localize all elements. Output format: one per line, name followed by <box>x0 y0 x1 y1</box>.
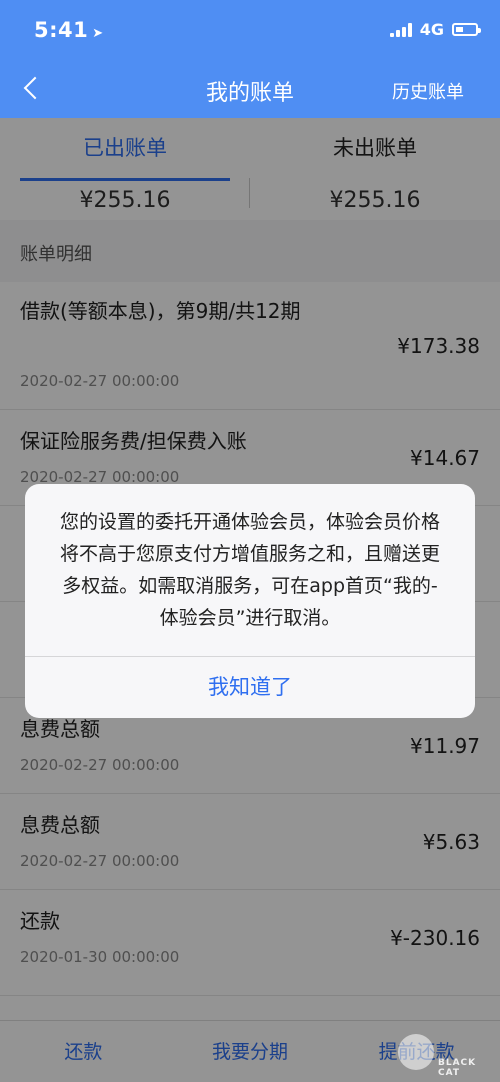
dialog-confirm-button[interactable]: 我知道了 <box>25 656 475 718</box>
nav-bar: 我的账单 历史账单 <box>0 60 500 118</box>
network-type: 4G <box>419 20 444 39</box>
black-cat-logo-icon <box>398 1034 434 1070</box>
history-bills-link[interactable]: 历史账单 <box>392 78 464 104</box>
signal-icon <box>389 22 412 37</box>
watermark: BLACK CAT <box>390 1030 500 1082</box>
dialog-message: 您的设置的委托开通体验会员，体验会员价格将不高于您原支付方增值服务之和，且赠送更… <box>59 511 440 629</box>
battery-icon <box>452 23 481 36</box>
watermark-text: BLACK CAT <box>438 1058 477 1078</box>
status-time-text: 5:41 <box>34 18 89 42</box>
alert-dialog: 您的设置的委托开通体验会员，体验会员价格将不高于您原支付方增值服务之和，且赠送更… <box>25 484 475 718</box>
location-arrow-icon: ➤ <box>92 26 104 41</box>
status-indicators: 4G <box>389 20 481 39</box>
status-time: 5:41 ➤ <box>34 18 104 42</box>
top-bar: 5:41 ➤ 4G 我的账单 历史账单 <box>0 0 500 118</box>
status-bar: 5:41 ➤ 4G <box>0 0 500 60</box>
